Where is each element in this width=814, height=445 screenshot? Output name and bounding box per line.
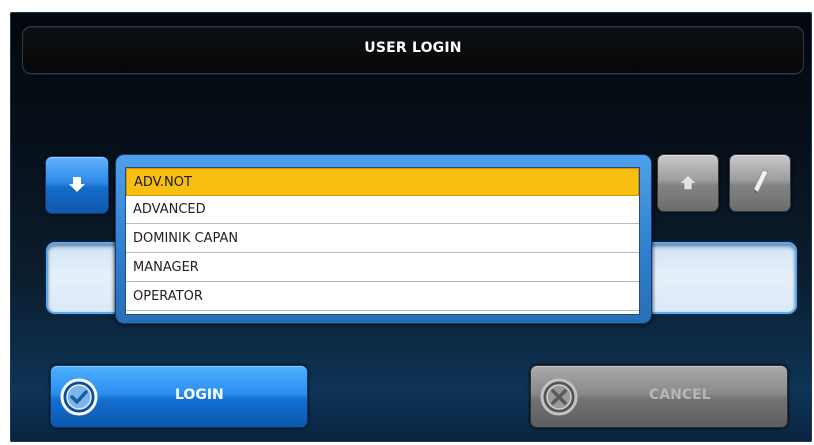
arrow-up-icon xyxy=(658,155,718,211)
user-list-dropdown[interactable]: ADV.NOT ADVANCED DOMINIK CAPAN MANAGER O… xyxy=(115,154,652,324)
list-item-dominik-capan[interactable]: DOMINIK CAPAN xyxy=(126,225,639,253)
scroll-up-button[interactable] xyxy=(657,154,719,212)
cancel-label: CANCEL xyxy=(649,387,711,403)
edit-button[interactable] xyxy=(729,154,791,212)
list-item-advanced[interactable]: ADVANCED xyxy=(126,196,639,224)
list-item-operator[interactable]: OPERATOR xyxy=(126,283,639,311)
login-button[interactable]: LOGIN xyxy=(50,365,308,428)
list-item-adv-not[interactable]: ADV.NOT xyxy=(126,168,639,196)
title-bar: USER LOGIN xyxy=(22,26,804,74)
login-label: LOGIN xyxy=(175,387,224,403)
pencil-icon xyxy=(730,155,790,211)
user-list: ADV.NOT ADVANCED DOMINIK CAPAN MANAGER O… xyxy=(125,167,640,315)
checkmark-circle-icon xyxy=(59,377,99,417)
x-circle-icon xyxy=(539,377,579,417)
arrow-down-icon xyxy=(46,157,108,213)
list-item-manager[interactable]: MANAGER xyxy=(126,254,639,282)
cancel-button[interactable]: CANCEL xyxy=(530,365,788,428)
dialog-title: USER LOGIN xyxy=(364,40,462,56)
scroll-down-button[interactable] xyxy=(45,156,109,214)
